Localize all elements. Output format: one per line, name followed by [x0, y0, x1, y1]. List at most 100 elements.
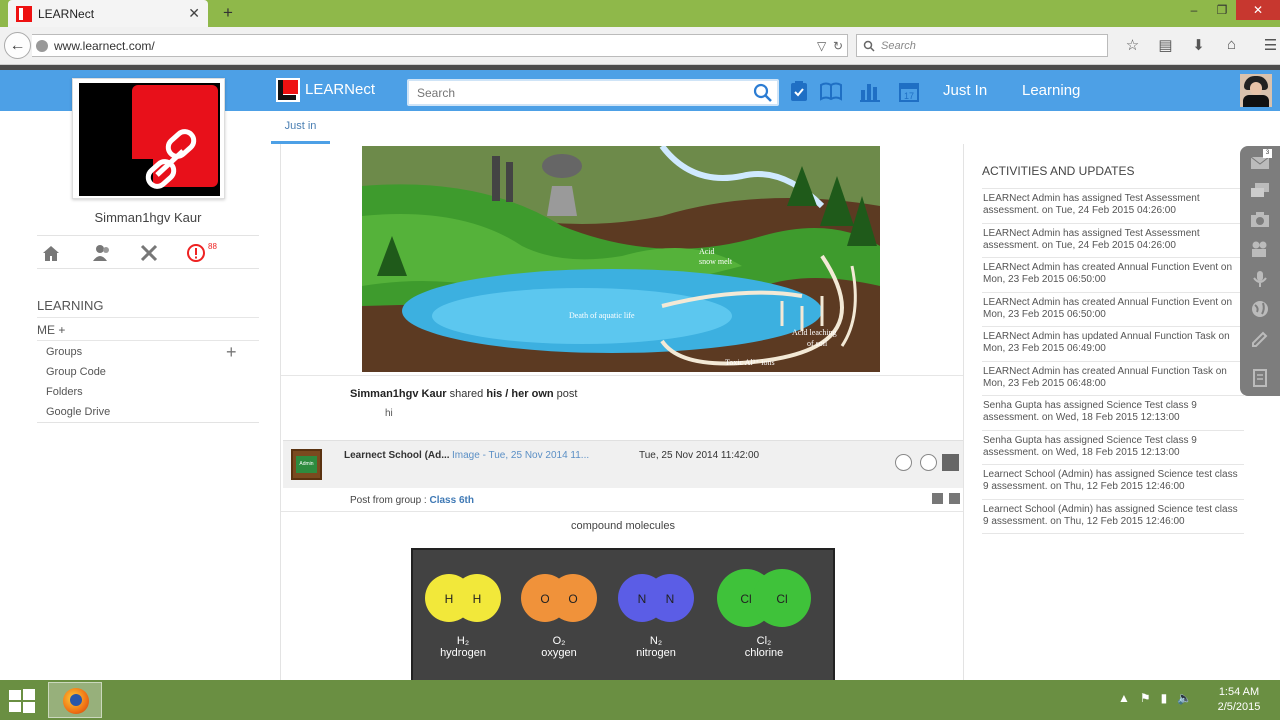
atom-label: O: [568, 592, 577, 606]
activity-item[interactable]: Senha Gupta has assigned Science Test cl…: [982, 431, 1244, 465]
video-camera-icon[interactable]: [1250, 240, 1270, 258]
post-image-link[interactable]: Image - Tue, 25 Nov 2014 11...: [452, 450, 589, 461]
me-heading[interactable]: ME +: [37, 317, 259, 341]
user-avatar[interactable]: [1240, 74, 1272, 107]
atom-label: Cl: [776, 592, 787, 606]
smiley-icon[interactable]: [920, 454, 937, 471]
download-icon[interactable]: ⬇: [1182, 36, 1215, 54]
minimize-icon[interactable]: –: [1180, 0, 1208, 20]
show-hidden-icons-icon[interactable]: ▲: [1118, 691, 1130, 705]
post-owner-text: his / her own: [486, 388, 554, 400]
activity-item[interactable]: LEARNect Admin has assigned Test Assessm…: [982, 189, 1244, 224]
activity-item[interactable]: Learnect School (Admin) has assigned Sci…: [982, 500, 1244, 534]
app-name[interactable]: LEARNect: [305, 81, 375, 98]
nav-just-in[interactable]: Just In: [943, 82, 987, 99]
activity-item[interactable]: Learnect School (Admin) has assigned Sci…: [982, 465, 1244, 500]
microphone-icon[interactable]: [1250, 270, 1270, 288]
browser-tab[interactable]: LEARNect ✕: [8, 0, 208, 27]
document-icon[interactable]: [1250, 369, 1270, 387]
url-text[interactable]: www.learnect.com/: [54, 39, 817, 53]
search-icon[interactable]: [753, 83, 773, 103]
reading-list-icon[interactable]: ▤: [1149, 36, 1182, 54]
pin-icon[interactable]: [932, 493, 943, 504]
share-icon[interactable]: [942, 454, 959, 471]
network-icon[interactable]: ▮: [1161, 691, 1168, 705]
book-icon[interactable]: [820, 80, 842, 102]
sidebar-item-google-drive[interactable]: Google Drive: [46, 406, 110, 418]
flag-icon[interactable]: ⚑: [1140, 691, 1151, 705]
pencil-icon[interactable]: [1250, 331, 1270, 349]
close-icon[interactable]: [949, 493, 960, 504]
post-body: hi: [385, 408, 393, 419]
alert-icon[interactable]: [186, 243, 206, 263]
search-icon: [863, 40, 875, 52]
activity-item[interactable]: Senha Gupta has assigned Science Test cl…: [982, 396, 1244, 431]
activity-item[interactable]: LEARNect Admin has created Annual Functi…: [982, 362, 1244, 396]
app-search-box[interactable]: [407, 79, 779, 106]
window-close-icon[interactable]: ✕: [1236, 0, 1280, 20]
friends-icon[interactable]: [92, 243, 112, 263]
acid-rain-diagram-image[interactable]: Acid snow melt Death of aquatic life Aci…: [362, 146, 880, 372]
profile-quick-actions: [37, 235, 259, 269]
post-action-text: shared: [449, 388, 484, 400]
post-author[interactable]: Simman1hgv Kaur: [350, 388, 447, 400]
school-avatar[interactable]: Admin: [291, 449, 322, 480]
calendar-icon[interactable]: 17: [898, 80, 920, 102]
group-link[interactable]: Class 6th: [429, 495, 473, 506]
add-group-icon[interactable]: +: [226, 342, 237, 363]
post-author[interactable]: Learnect School (Ad...: [344, 450, 450, 461]
browser-search-bar[interactable]: Search: [856, 34, 1108, 57]
menu-icon[interactable]: ☰: [1254, 36, 1280, 54]
activity-item[interactable]: LEARNect Admin has assigned Test Assessm…: [982, 224, 1244, 258]
sidebar-item-folders[interactable]: Folders: [46, 386, 83, 398]
firefox-taskbar-button[interactable]: [48, 682, 102, 718]
globe-icon[interactable]: [1250, 300, 1270, 318]
sidebar-item-group-code[interactable]: Group Code: [46, 366, 106, 378]
post-word: post: [556, 388, 578, 400]
url-bar[interactable]: www.learnect.com/ ▽ ↻: [32, 34, 848, 57]
feed-tabs: Just in: [271, 111, 964, 144]
sidebar-divider: [37, 422, 259, 423]
molecule-nitrogen: N N N₂nitrogen: [618, 574, 694, 659]
browser-titlebar: LEARNect ✕ + – ❐ ✕: [0, 0, 1280, 27]
clock-time: 1:54 AM: [1218, 686, 1260, 698]
home-icon[interactable]: ⌂: [1215, 36, 1248, 54]
new-tab-button[interactable]: +: [218, 3, 238, 23]
nav-learning[interactable]: Learning: [1022, 82, 1080, 99]
activity-item[interactable]: LEARNect Admin has created Annual Functi…: [982, 258, 1244, 293]
sidebar-item-groups[interactable]: Groups: [46, 346, 82, 358]
molecule-name: oxygen: [541, 647, 576, 659]
browser-search-placeholder: Search: [881, 39, 916, 52]
tab-close-icon[interactable]: ✕: [188, 5, 200, 22]
activity-item[interactable]: LEARNect Admin has updated Annual Functi…: [982, 327, 1244, 362]
camera-icon[interactable]: [1250, 210, 1270, 228]
bookmark-star-icon[interactable]: ☆: [1116, 36, 1149, 54]
restore-icon[interactable]: ❐: [1208, 0, 1236, 20]
firefox-icon: [63, 688, 89, 714]
learnect-logo-icon[interactable]: [276, 78, 300, 102]
tools-icon[interactable]: [139, 243, 159, 263]
post-divider: [281, 375, 963, 376]
chat-icon[interactable]: [1250, 182, 1270, 200]
comment-icon[interactable]: [895, 454, 912, 471]
molecules-image[interactable]: H H H₂ hydrogen O O O₂ oxygen N N N₂ nitrogen Cl Cl Cl…: [411, 548, 835, 680]
activities-heading: ACTIVITIES AND UPDATES: [982, 164, 1244, 189]
taskbar-clock[interactable]: 1:54 AM 2/5/2015: [1204, 685, 1274, 715]
activities-panel: ACTIVITIES AND UPDATES LEARNect Admin ha…: [982, 164, 1244, 534]
app-search-input[interactable]: [409, 81, 739, 104]
profile-picture[interactable]: [72, 78, 225, 199]
windows-taskbar: ▲ ⚑ ▮ 🔈 1:54 AM 2/5/2015: [0, 680, 1280, 720]
learning-heading[interactable]: LEARNING: [37, 298, 103, 313]
post-header-bar: Admin Learnect School (Ad... Image - Tue…: [283, 440, 963, 488]
home-icon[interactable]: [41, 243, 61, 263]
windows-start-icon[interactable]: [8, 688, 36, 714]
reload-icon[interactable]: ▽ ↻: [817, 39, 847, 53]
tab-just-in[interactable]: Just in: [271, 111, 330, 144]
side-toolbar: 3: [1240, 146, 1280, 396]
bar-chart-icon[interactable]: [859, 80, 881, 102]
atom-label: O: [540, 592, 549, 606]
activity-item[interactable]: LEARNect Admin has created Annual Functi…: [982, 293, 1244, 327]
back-arrow-icon[interactable]: ←: [4, 32, 31, 59]
tasks-clipboard-icon[interactable]: [788, 80, 810, 102]
volume-icon[interactable]: 🔈: [1177, 691, 1192, 705]
